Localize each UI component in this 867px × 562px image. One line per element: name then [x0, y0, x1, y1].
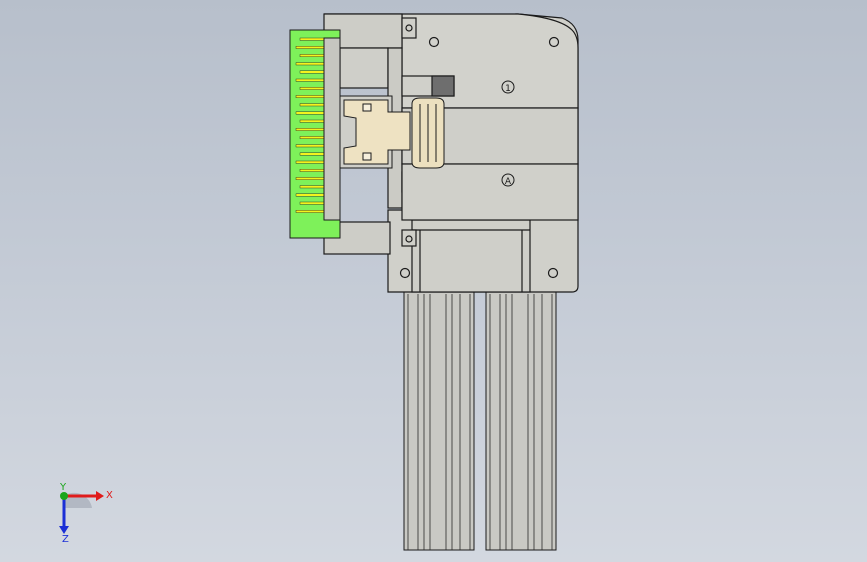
pcb-trace: [299, 54, 325, 58]
y-axis-dot: [60, 492, 68, 500]
marker-upper-text: 1: [505, 84, 511, 94]
latch-mechanism: [339, 95, 445, 169]
pcb-trace: [295, 127, 325, 131]
pcb-trace: [295, 209, 325, 213]
pcb-trace: [299, 152, 325, 156]
pcb-trace: [295, 111, 325, 115]
connector-model[interactable]: 1 A: [0, 0, 867, 562]
pcb-trace: [295, 62, 325, 66]
pcb-trace: [295, 177, 325, 180]
pcb-trace: [295, 144, 325, 148]
pcb-trace: [299, 103, 325, 107]
x-axis-label: X: [106, 490, 113, 501]
pcb-trace: [295, 78, 325, 82]
pcb-trace: [299, 136, 325, 139]
pcb-trace: [299, 201, 325, 205]
pcb-trace: [299, 185, 325, 189]
x-axis-arrow: [96, 491, 104, 501]
cable-bundle: [403, 291, 557, 551]
pcb-trace: [299, 119, 325, 123]
z-axis-arrow: [59, 526, 69, 534]
pcb-trace: [295, 193, 325, 197]
y-axis-label: Y: [59, 482, 67, 493]
pcb-trace: [299, 70, 325, 74]
pcb-board: [289, 29, 341, 239]
pcb-trace: [299, 168, 325, 172]
z-axis-label: Z: [62, 534, 69, 545]
marker-lower-text: A: [505, 177, 512, 187]
pcb-trace: [295, 95, 325, 99]
pcb-trace: [295, 46, 325, 49]
coordinate-triad: X Z Y: [59, 482, 113, 545]
pcb-trace: [299, 86, 325, 90]
pcb-trace: [295, 160, 325, 164]
pcb-trace: [299, 37, 325, 41]
cad-viewport[interactable]: 1 A X Z Y: [0, 0, 867, 562]
